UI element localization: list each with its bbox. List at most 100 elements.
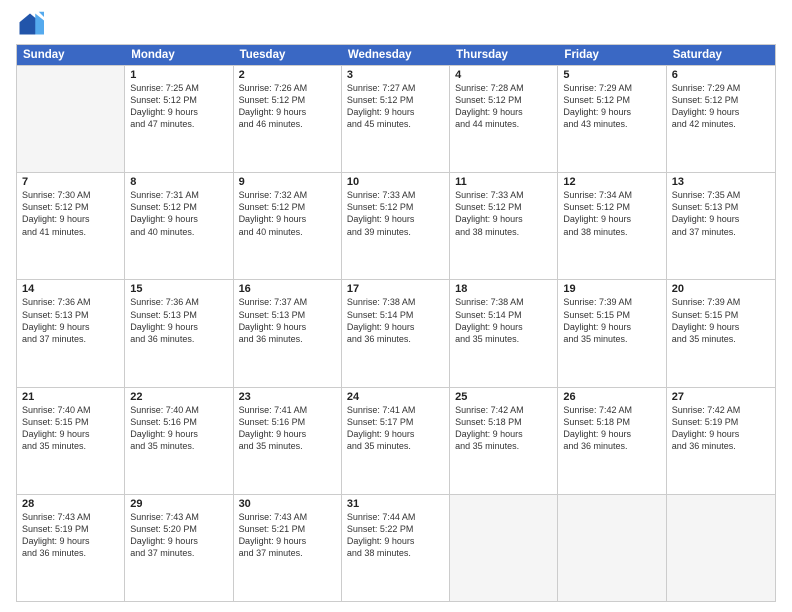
calendar-header: SundayMondayTuesdayWednesdayThursdayFrid… bbox=[17, 45, 775, 65]
cell-info: Sunrise: 7:42 AM Sunset: 5:18 PM Dayligh… bbox=[563, 404, 660, 453]
calendar-cell-empty bbox=[17, 66, 125, 172]
cell-info: Sunrise: 7:36 AM Sunset: 5:13 PM Dayligh… bbox=[22, 296, 119, 345]
cell-info: Sunrise: 7:43 AM Sunset: 5:19 PM Dayligh… bbox=[22, 511, 119, 560]
day-number: 23 bbox=[239, 391, 336, 403]
calendar-row-4: 21Sunrise: 7:40 AM Sunset: 5:15 PM Dayli… bbox=[17, 387, 775, 494]
calendar-cell-day-4: 4Sunrise: 7:28 AM Sunset: 5:12 PM Daylig… bbox=[450, 66, 558, 172]
day-number: 11 bbox=[455, 176, 552, 188]
page: SundayMondayTuesdayWednesdayThursdayFrid… bbox=[0, 0, 792, 612]
calendar-cell-day-6: 6Sunrise: 7:29 AM Sunset: 5:12 PM Daylig… bbox=[667, 66, 775, 172]
calendar-cell-empty bbox=[450, 495, 558, 601]
cell-info: Sunrise: 7:38 AM Sunset: 5:14 PM Dayligh… bbox=[347, 296, 444, 345]
calendar-cell-day-28: 28Sunrise: 7:43 AM Sunset: 5:19 PM Dayli… bbox=[17, 495, 125, 601]
cell-info: Sunrise: 7:31 AM Sunset: 5:12 PM Dayligh… bbox=[130, 189, 227, 238]
day-number: 24 bbox=[347, 391, 444, 403]
day-number: 6 bbox=[672, 69, 770, 81]
calendar-cell-day-19: 19Sunrise: 7:39 AM Sunset: 5:15 PM Dayli… bbox=[558, 280, 666, 386]
header-day-sunday: Sunday bbox=[17, 45, 125, 65]
calendar-cell-day-9: 9Sunrise: 7:32 AM Sunset: 5:12 PM Daylig… bbox=[234, 173, 342, 279]
day-number: 8 bbox=[130, 176, 227, 188]
cell-info: Sunrise: 7:27 AM Sunset: 5:12 PM Dayligh… bbox=[347, 82, 444, 131]
cell-info: Sunrise: 7:40 AM Sunset: 5:16 PM Dayligh… bbox=[130, 404, 227, 453]
day-number: 5 bbox=[563, 69, 660, 81]
calendar-cell-day-17: 17Sunrise: 7:38 AM Sunset: 5:14 PM Dayli… bbox=[342, 280, 450, 386]
cell-info: Sunrise: 7:39 AM Sunset: 5:15 PM Dayligh… bbox=[563, 296, 660, 345]
day-number: 31 bbox=[347, 498, 444, 510]
calendar-cell-day-12: 12Sunrise: 7:34 AM Sunset: 5:12 PM Dayli… bbox=[558, 173, 666, 279]
calendar-cell-day-15: 15Sunrise: 7:36 AM Sunset: 5:13 PM Dayli… bbox=[125, 280, 233, 386]
calendar-cell-empty bbox=[558, 495, 666, 601]
cell-info: Sunrise: 7:33 AM Sunset: 5:12 PM Dayligh… bbox=[347, 189, 444, 238]
calendar-cell-day-23: 23Sunrise: 7:41 AM Sunset: 5:16 PM Dayli… bbox=[234, 388, 342, 494]
cell-info: Sunrise: 7:39 AM Sunset: 5:15 PM Dayligh… bbox=[672, 296, 770, 345]
cell-info: Sunrise: 7:41 AM Sunset: 5:16 PM Dayligh… bbox=[239, 404, 336, 453]
calendar-cell-day-10: 10Sunrise: 7:33 AM Sunset: 5:12 PM Dayli… bbox=[342, 173, 450, 279]
calendar-cell-day-11: 11Sunrise: 7:33 AM Sunset: 5:12 PM Dayli… bbox=[450, 173, 558, 279]
day-number: 13 bbox=[672, 176, 770, 188]
calendar-cell-day-5: 5Sunrise: 7:29 AM Sunset: 5:12 PM Daylig… bbox=[558, 66, 666, 172]
cell-info: Sunrise: 7:40 AM Sunset: 5:15 PM Dayligh… bbox=[22, 404, 119, 453]
header-day-friday: Friday bbox=[558, 45, 666, 65]
calendar-cell-day-20: 20Sunrise: 7:39 AM Sunset: 5:15 PM Dayli… bbox=[667, 280, 775, 386]
calendar-cell-day-2: 2Sunrise: 7:26 AM Sunset: 5:12 PM Daylig… bbox=[234, 66, 342, 172]
day-number: 7 bbox=[22, 176, 119, 188]
header bbox=[16, 10, 776, 38]
calendar-cell-day-14: 14Sunrise: 7:36 AM Sunset: 5:13 PM Dayli… bbox=[17, 280, 125, 386]
calendar-cell-day-27: 27Sunrise: 7:42 AM Sunset: 5:19 PM Dayli… bbox=[667, 388, 775, 494]
day-number: 1 bbox=[130, 69, 227, 81]
cell-info: Sunrise: 7:33 AM Sunset: 5:12 PM Dayligh… bbox=[455, 189, 552, 238]
calendar-cell-day-31: 31Sunrise: 7:44 AM Sunset: 5:22 PM Dayli… bbox=[342, 495, 450, 601]
calendar-cell-day-25: 25Sunrise: 7:42 AM Sunset: 5:18 PM Dayli… bbox=[450, 388, 558, 494]
day-number: 27 bbox=[672, 391, 770, 403]
cell-info: Sunrise: 7:29 AM Sunset: 5:12 PM Dayligh… bbox=[563, 82, 660, 131]
header-day-monday: Monday bbox=[125, 45, 233, 65]
calendar-cell-day-7: 7Sunrise: 7:30 AM Sunset: 5:12 PM Daylig… bbox=[17, 173, 125, 279]
cell-info: Sunrise: 7:41 AM Sunset: 5:17 PM Dayligh… bbox=[347, 404, 444, 453]
logo bbox=[16, 10, 48, 38]
calendar-body: 1Sunrise: 7:25 AM Sunset: 5:12 PM Daylig… bbox=[17, 65, 775, 601]
day-number: 29 bbox=[130, 498, 227, 510]
header-day-wednesday: Wednesday bbox=[342, 45, 450, 65]
cell-info: Sunrise: 7:25 AM Sunset: 5:12 PM Dayligh… bbox=[130, 82, 227, 131]
cell-info: Sunrise: 7:43 AM Sunset: 5:21 PM Dayligh… bbox=[239, 511, 336, 560]
day-number: 19 bbox=[563, 283, 660, 295]
cell-info: Sunrise: 7:42 AM Sunset: 5:18 PM Dayligh… bbox=[455, 404, 552, 453]
calendar-cell-day-1: 1Sunrise: 7:25 AM Sunset: 5:12 PM Daylig… bbox=[125, 66, 233, 172]
day-number: 12 bbox=[563, 176, 660, 188]
cell-info: Sunrise: 7:43 AM Sunset: 5:20 PM Dayligh… bbox=[130, 511, 227, 560]
day-number: 15 bbox=[130, 283, 227, 295]
day-number: 28 bbox=[22, 498, 119, 510]
cell-info: Sunrise: 7:37 AM Sunset: 5:13 PM Dayligh… bbox=[239, 296, 336, 345]
calendar-cell-day-29: 29Sunrise: 7:43 AM Sunset: 5:20 PM Dayli… bbox=[125, 495, 233, 601]
cell-info: Sunrise: 7:28 AM Sunset: 5:12 PM Dayligh… bbox=[455, 82, 552, 131]
day-number: 9 bbox=[239, 176, 336, 188]
day-number: 14 bbox=[22, 283, 119, 295]
day-number: 20 bbox=[672, 283, 770, 295]
calendar-row-2: 7Sunrise: 7:30 AM Sunset: 5:12 PM Daylig… bbox=[17, 172, 775, 279]
cell-info: Sunrise: 7:44 AM Sunset: 5:22 PM Dayligh… bbox=[347, 511, 444, 560]
day-number: 17 bbox=[347, 283, 444, 295]
cell-info: Sunrise: 7:29 AM Sunset: 5:12 PM Dayligh… bbox=[672, 82, 770, 131]
day-number: 22 bbox=[130, 391, 227, 403]
cell-info: Sunrise: 7:26 AM Sunset: 5:12 PM Dayligh… bbox=[239, 82, 336, 131]
cell-info: Sunrise: 7:34 AM Sunset: 5:12 PM Dayligh… bbox=[563, 189, 660, 238]
cell-info: Sunrise: 7:42 AM Sunset: 5:19 PM Dayligh… bbox=[672, 404, 770, 453]
cell-info: Sunrise: 7:30 AM Sunset: 5:12 PM Dayligh… bbox=[22, 189, 119, 238]
calendar-row-3: 14Sunrise: 7:36 AM Sunset: 5:13 PM Dayli… bbox=[17, 279, 775, 386]
day-number: 10 bbox=[347, 176, 444, 188]
day-number: 18 bbox=[455, 283, 552, 295]
calendar-row-1: 1Sunrise: 7:25 AM Sunset: 5:12 PM Daylig… bbox=[17, 65, 775, 172]
calendar-cell-day-30: 30Sunrise: 7:43 AM Sunset: 5:21 PM Dayli… bbox=[234, 495, 342, 601]
day-number: 4 bbox=[455, 69, 552, 81]
calendar: SundayMondayTuesdayWednesdayThursdayFrid… bbox=[16, 44, 776, 602]
calendar-cell-day-24: 24Sunrise: 7:41 AM Sunset: 5:17 PM Dayli… bbox=[342, 388, 450, 494]
header-day-thursday: Thursday bbox=[450, 45, 558, 65]
calendar-cell-day-18: 18Sunrise: 7:38 AM Sunset: 5:14 PM Dayli… bbox=[450, 280, 558, 386]
logo-icon bbox=[16, 10, 44, 38]
calendar-cell-day-26: 26Sunrise: 7:42 AM Sunset: 5:18 PM Dayli… bbox=[558, 388, 666, 494]
calendar-cell-empty bbox=[667, 495, 775, 601]
day-number: 26 bbox=[563, 391, 660, 403]
calendar-cell-day-21: 21Sunrise: 7:40 AM Sunset: 5:15 PM Dayli… bbox=[17, 388, 125, 494]
day-number: 3 bbox=[347, 69, 444, 81]
day-number: 2 bbox=[239, 69, 336, 81]
